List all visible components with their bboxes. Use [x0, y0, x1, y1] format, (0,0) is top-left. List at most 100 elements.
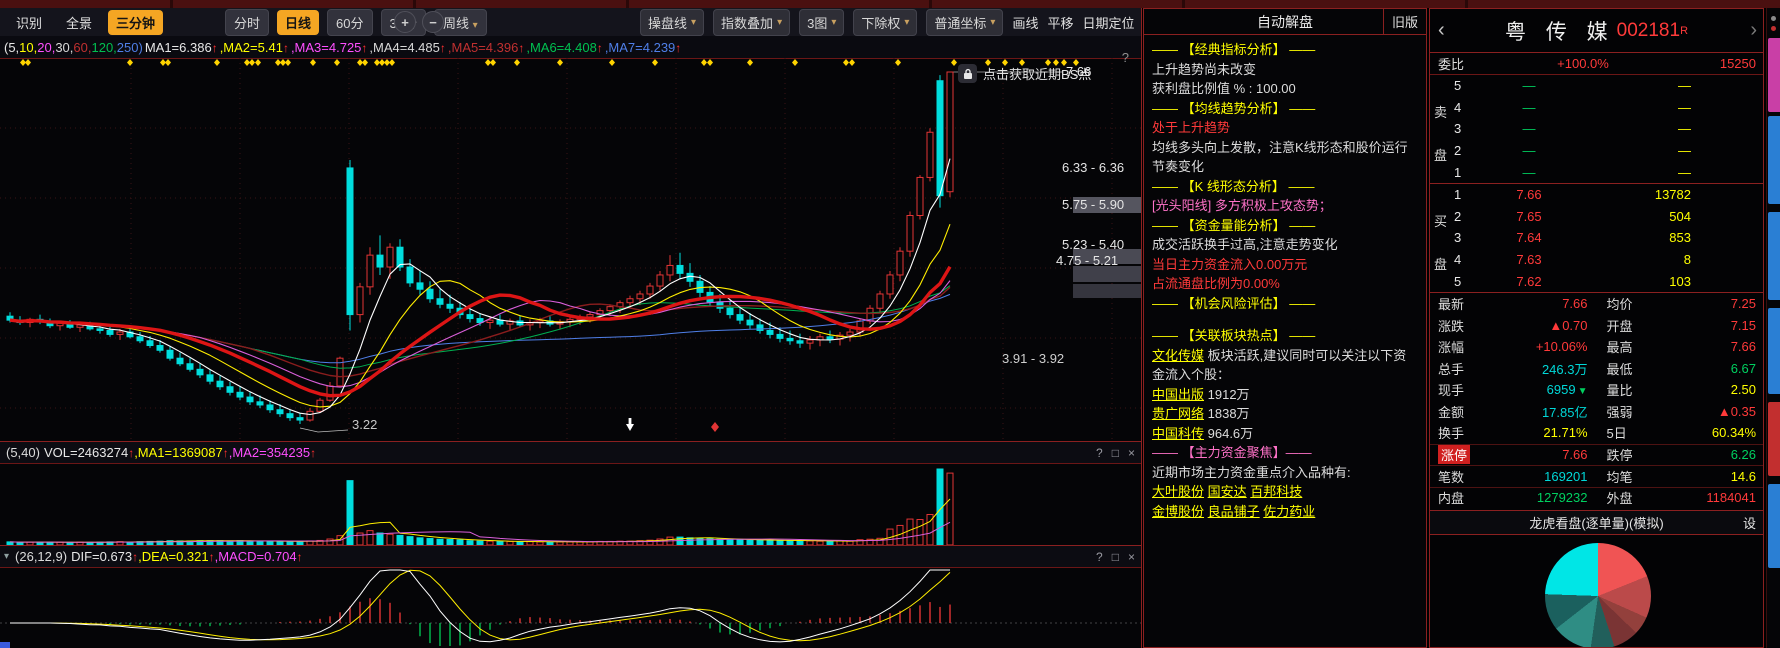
stock-link[interactable]: 良品铺子 — [1208, 504, 1260, 519]
panel-close-icon[interactable]: × — [1128, 550, 1135, 564]
buy-row[interactable]: 57.62103 — [1430, 270, 1763, 292]
analysis-line: 文化传媒 板块活跃,建议同时可以关注以下资金流入个股： — [1152, 346, 1418, 385]
sell-row[interactable]: 2—— — [1430, 140, 1763, 162]
chevron-down-icon: ▾ — [777, 17, 782, 28]
side-tab-0[interactable] — [1768, 38, 1780, 112]
help-icon[interactable]: ? — [1122, 50, 1129, 65]
stock-link[interactable]: 大叶股份 — [1152, 484, 1204, 499]
volume-chart[interactable] — [0, 463, 1141, 545]
kline-chart[interactable] — [0, 58, 1141, 441]
stat-强弱: 强弱▲0.35 — [1597, 401, 1764, 423]
gap-label: 6.33 - 6.36 — [1062, 160, 1124, 175]
index-overlay-dropdown[interactable]: 指数叠加▾ — [713, 9, 790, 36]
zoom-out-button[interactable]: − — [422, 11, 444, 33]
strip-dot-icon — [1771, 26, 1776, 31]
weicha-value: 15250 — [1670, 56, 1763, 71]
tab-daily[interactable]: 日线 — [277, 10, 319, 35]
panel-maximize-icon[interactable]: □ — [1112, 446, 1119, 460]
stat-外盘: 外盘1184041 — [1597, 487, 1764, 509]
stock-link[interactable]: 佐力药业 — [1263, 504, 1315, 519]
quote-stats: 最新7.66均价7.25涨跌▲0.70开盘7.15涨幅+10.06%最高7.66… — [1430, 293, 1763, 508]
analysis-header: 自动解盘 旧版 — [1144, 9, 1426, 35]
tab-intraday[interactable]: 分时 — [225, 9, 269, 36]
stock-link[interactable]: 国安达 — [1208, 484, 1247, 499]
buy-row[interactable]: 47.638 — [1430, 249, 1763, 271]
three-minute-button[interactable]: 三分钟 — [108, 10, 163, 35]
gap-label: 5.23 - 5.40 — [1062, 237, 1124, 252]
sell-row[interactable]: 1—— — [1430, 161, 1763, 183]
indicator-collapse-icon[interactable]: ▾ — [4, 551, 9, 562]
panel-close-icon[interactable]: × — [1128, 446, 1135, 460]
stock-link[interactable]: 百邦科技 — [1250, 484, 1302, 499]
analysis-line: —— 【均线趋势分析】 —— — [1152, 99, 1418, 119]
side-tab-4[interactable] — [1768, 402, 1780, 476]
side-tab-5[interactable] — [1768, 484, 1780, 568]
dragon-tiger-title: 龙虎看盘(逐单量)(模拟) — [1430, 513, 1763, 532]
weibi-row: 委比 +100.0% 15250 — [1430, 53, 1763, 75]
up-arrow-icon: ↑ — [518, 41, 524, 55]
analysis-line: [光头阳线] 多方积极上攻态势； — [1152, 196, 1418, 216]
stock-link[interactable]: 中国出版 — [1152, 387, 1204, 402]
stock-link[interactable]: 文化传媒 — [1152, 348, 1204, 363]
stat-涨跌: 涨跌▲0.70 — [1430, 315, 1597, 337]
next-stock-icon[interactable]: › — [1750, 19, 1757, 42]
recognize-button[interactable]: 识别 — [8, 10, 50, 35]
three-chart-dropdown[interactable]: 3图▾ — [799, 9, 844, 36]
stock-link[interactable]: 中国科传 — [1152, 426, 1204, 441]
chevron-down-icon: ▾ — [904, 17, 909, 28]
analysis-line: 金博股份 良品铺子 佐力药业 — [1152, 502, 1418, 522]
corner-widget — [0, 642, 10, 648]
chevron-down-icon: ▾ — [990, 17, 995, 28]
up-arrow-icon: ↑ — [283, 41, 289, 55]
margin-flag: R — [1680, 25, 1688, 37]
panel-help-icon[interactable]: ? — [1096, 550, 1103, 564]
stat-最低: 最低6.67 — [1597, 358, 1764, 380]
stat-涨停: 涨停7.66 — [1430, 444, 1597, 466]
pan-button[interactable]: 平移 — [1047, 13, 1073, 32]
stat-总手: 总手246.3万 — [1430, 358, 1597, 380]
buy-row[interactable]: 37.64853 — [1430, 227, 1763, 249]
exright-dropdown[interactable]: 下除权▾ — [853, 9, 917, 36]
sell-row[interactable]: 5—— — [1430, 75, 1763, 97]
analysis-line — [1152, 313, 1418, 326]
prev-stock-icon[interactable]: ‹ — [1438, 19, 1445, 42]
panorama-button[interactable]: 全景 — [58, 10, 100, 35]
window-top-edge — [0, 0, 1780, 8]
macd-chart[interactable] — [0, 567, 1141, 648]
sell-row[interactable]: 3—— — [1430, 118, 1763, 140]
analysis-line: 中国科传 964.6万 — [1152, 424, 1418, 444]
analysis-line: —— 【机会风险评估】 —— — [1152, 294, 1418, 314]
analysis-line: —— 【主力资金聚焦】—— — [1152, 443, 1418, 463]
stat-内盘: 内盘1279232 — [1430, 487, 1597, 509]
trade-line-dropdown[interactable]: 操盘线▾ — [640, 9, 704, 36]
old-version-button[interactable]: 旧版 — [1383, 9, 1426, 34]
sell-row[interactable]: 4—— — [1430, 97, 1763, 119]
gap-label: 4.75 - 5.21 — [1056, 253, 1118, 268]
stat-跌停: 跌停6.26 — [1597, 444, 1764, 466]
stat-换手: 换手21.71% — [1430, 422, 1597, 444]
up-arrow-icon: ↑ — [440, 41, 446, 55]
side-tab-3[interactable] — [1768, 308, 1780, 394]
stock-link[interactable]: 金博股份 — [1152, 504, 1204, 519]
buy-row[interactable]: 17.6613782 — [1430, 184, 1763, 206]
date-locate-button[interactable]: 日期定位 — [1082, 13, 1134, 32]
stat-开盘: 开盘7.15 — [1597, 315, 1764, 337]
trading-terminal: 识别 全景 三分钟 分时 日线 60分 30分 周线 ▾ + − 操盘线▾ 指数… — [0, 0, 1780, 648]
analysis-line: 近期市场主力资金重点介入品种有: — [1152, 463, 1418, 483]
draw-line-button[interactable]: 画线 — [1012, 13, 1038, 32]
settings-button[interactable]: 设 — [1743, 513, 1756, 532]
panel-help-icon[interactable]: ? — [1096, 446, 1103, 460]
analysis-line: 上升趋势尚未改变 — [1152, 60, 1418, 80]
zoom-in-button[interactable]: + — [394, 11, 416, 33]
tab-60min[interactable]: 60分 — [327, 9, 372, 36]
side-tab-1[interactable] — [1768, 116, 1780, 204]
stat-均笔: 均笔14.6 — [1597, 465, 1764, 487]
buy-orderbook: 买盘 17.661378227.6550437.6485347.63857.62… — [1430, 184, 1763, 293]
side-tab-2[interactable] — [1768, 212, 1780, 300]
stock-link[interactable]: 贵广网络 — [1152, 406, 1204, 421]
buy-row[interactable]: 27.65504 — [1430, 206, 1763, 228]
coordinate-dropdown[interactable]: 普通坐标▾ — [926, 9, 1003, 36]
strip-dot-icon — [1771, 16, 1776, 21]
panel-maximize-icon[interactable]: □ — [1112, 550, 1119, 564]
analysis-line: —— 【关联板块热点】 —— — [1152, 326, 1418, 346]
